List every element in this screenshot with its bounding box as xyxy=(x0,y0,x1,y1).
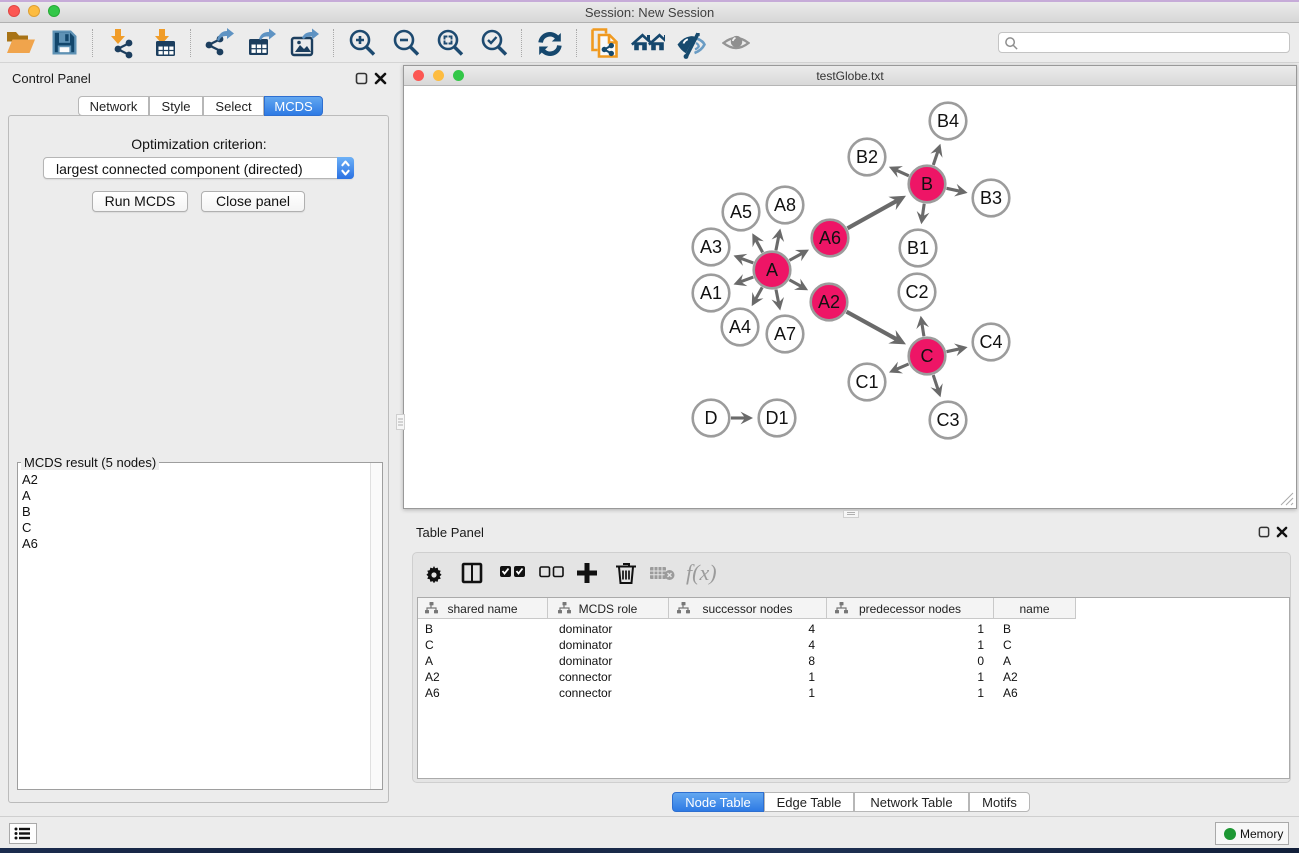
svg-text:A7: A7 xyxy=(774,324,796,344)
svg-text:C3: C3 xyxy=(936,410,959,430)
svg-text:A6: A6 xyxy=(819,228,841,248)
svg-text:D1: D1 xyxy=(765,408,788,428)
svg-text:A8: A8 xyxy=(774,195,796,215)
svg-text:C: C xyxy=(921,346,934,366)
svg-text:B3: B3 xyxy=(980,188,1002,208)
svg-text:A: A xyxy=(766,260,778,280)
svg-text:C1: C1 xyxy=(855,372,878,392)
svg-text:A2: A2 xyxy=(818,292,840,312)
svg-text:A3: A3 xyxy=(700,237,722,257)
svg-text:B1: B1 xyxy=(907,238,929,258)
svg-text:A5: A5 xyxy=(730,202,752,222)
svg-text:C4: C4 xyxy=(979,332,1002,352)
svg-text:B4: B4 xyxy=(937,111,959,131)
svg-text:B: B xyxy=(921,174,933,194)
svg-text:D: D xyxy=(705,408,718,428)
svg-text:B2: B2 xyxy=(856,147,878,167)
svg-text:C2: C2 xyxy=(905,282,928,302)
svg-text:A4: A4 xyxy=(729,317,751,337)
svg-text:A1: A1 xyxy=(700,283,722,303)
